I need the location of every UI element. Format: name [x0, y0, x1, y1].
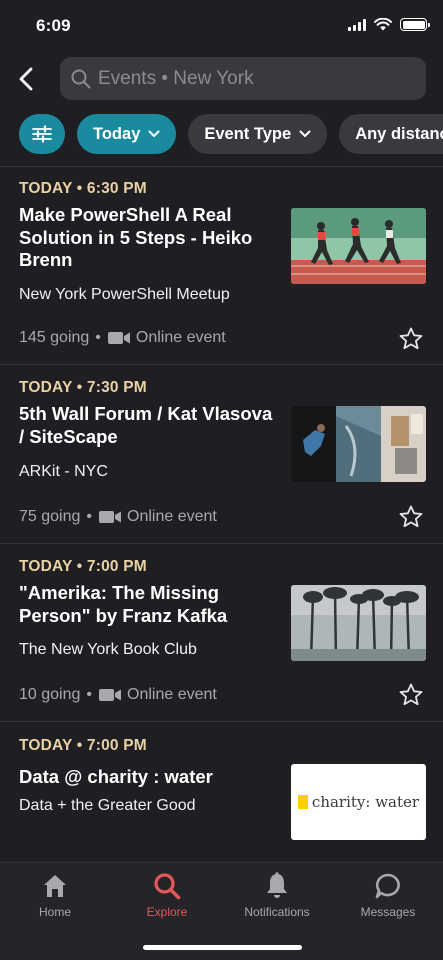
event-image [291, 208, 426, 284]
video-camera-icon [99, 689, 121, 701]
divider [0, 543, 443, 544]
event-time: TODAY • 7:00 PM [19, 737, 147, 754]
save-event-button[interactable] [398, 682, 424, 708]
cellular-signal-icon [348, 18, 366, 31]
star-icon [399, 683, 423, 706]
event-card[interactable]: TODAY • 7:30 PM 5th Wall Forum / Kat Vla… [0, 379, 443, 539]
wifi-icon [374, 18, 392, 31]
event-meta: 10 going • Online event [19, 686, 217, 704]
tab-label: Messages [360, 905, 416, 919]
event-title: 5th Wall Forum / Kat Vlasova / SiteScape [19, 403, 273, 447]
event-title: Make PowerShell A Real Solution in 5 Ste… [19, 204, 253, 270]
back-button[interactable] [8, 61, 44, 97]
event-card[interactable]: TODAY • 7:00 PM Data @ charity : water D… [0, 737, 443, 862]
event-group-name: New York PowerShell Meetup [19, 286, 230, 303]
save-event-button[interactable] [398, 326, 424, 352]
event-location: Online event [127, 686, 217, 703]
attendee-count: 145 going [19, 329, 90, 346]
event-group-name: ARKit - NYC [19, 463, 108, 480]
attendee-count: 10 going [19, 686, 81, 703]
event-title: Data @ charity : water [19, 766, 213, 787]
search-input[interactable] [98, 67, 418, 90]
filter-bar: Today Event Type Any distance [0, 114, 443, 156]
logo-text: charity: water [311, 793, 420, 811]
event-group-name: Data + the Greater Good [19, 797, 196, 814]
separator-dot: • [86, 686, 92, 703]
filter-settings-button[interactable] [19, 114, 65, 154]
charity-water-logo: charity: water [297, 793, 420, 811]
divider [0, 364, 443, 365]
tab-label: Home [38, 905, 71, 919]
tab-label: Notifications [244, 905, 310, 919]
event-time: TODAY • 7:30 PM [19, 379, 147, 396]
event-image [291, 406, 426, 482]
chevron-down-icon [299, 130, 311, 137]
filter-distance-dropdown[interactable]: Any distance [339, 114, 443, 154]
event-meta: 145 going • Online event [19, 329, 226, 347]
event-location: Online event [127, 508, 217, 525]
status-icons [348, 18, 430, 31]
search-icon [71, 69, 91, 88]
event-group-name: The New York Book Club [19, 641, 197, 658]
bell-icon [267, 872, 287, 898]
event-card[interactable]: TODAY • 7:00 PM "Amerika: The Missing Pe… [0, 558, 443, 718]
battery-icon [400, 18, 430, 31]
separator-dot: • [95, 329, 101, 346]
event-time: TODAY • 6:30 PM [19, 180, 147, 197]
event-image: charity: water [291, 764, 426, 840]
tab-explore[interactable]: Explore [117, 871, 217, 919]
filter-distance-label: Any distance [355, 124, 443, 143]
video-camera-icon [99, 511, 121, 523]
event-card[interactable]: TODAY • 6:30 PM Make PowerShell A Real S… [0, 180, 443, 358]
tab-notifications[interactable]: Notifications [227, 871, 327, 919]
divider [0, 166, 443, 167]
star-icon [399, 327, 423, 350]
search-header [0, 56, 443, 102]
filter-date-label: Today [93, 124, 141, 143]
home-indicator [143, 945, 302, 950]
attendee-count: 75 going [19, 508, 81, 525]
event-time: TODAY • 7:00 PM [19, 558, 147, 575]
event-image [291, 585, 426, 661]
status-bar: 6:09 [0, 0, 443, 52]
chevron-down-icon [148, 130, 160, 137]
event-meta: 75 going • Online event [19, 508, 217, 526]
tab-label: Explore [146, 905, 188, 919]
filter-event-type-dropdown[interactable]: Event Type [188, 114, 328, 154]
event-location: Online event [135, 329, 226, 346]
filter-event-type-label: Event Type [204, 124, 292, 143]
video-camera-icon [107, 332, 130, 344]
star-icon [399, 505, 423, 528]
chat-icon [375, 873, 400, 899]
sliders-icon [32, 125, 52, 143]
divider [0, 721, 443, 722]
home-icon [44, 875, 66, 897]
jerrycan-icon [297, 795, 308, 809]
tab-home[interactable]: Home [5, 871, 105, 919]
search-field[interactable] [60, 57, 426, 100]
tab-messages[interactable]: Messages [338, 871, 438, 919]
save-event-button[interactable] [398, 504, 424, 530]
separator-dot: • [86, 508, 92, 525]
filter-date-dropdown[interactable]: Today [77, 114, 177, 154]
event-title: "Amerika: The Missing Person" by Franz K… [19, 582, 228, 626]
chevron-left-icon [19, 67, 33, 91]
filter-chips: Today Event Type Any distance [19, 114, 443, 156]
status-time: 6:09 [36, 16, 71, 35]
search-icon [154, 873, 181, 900]
